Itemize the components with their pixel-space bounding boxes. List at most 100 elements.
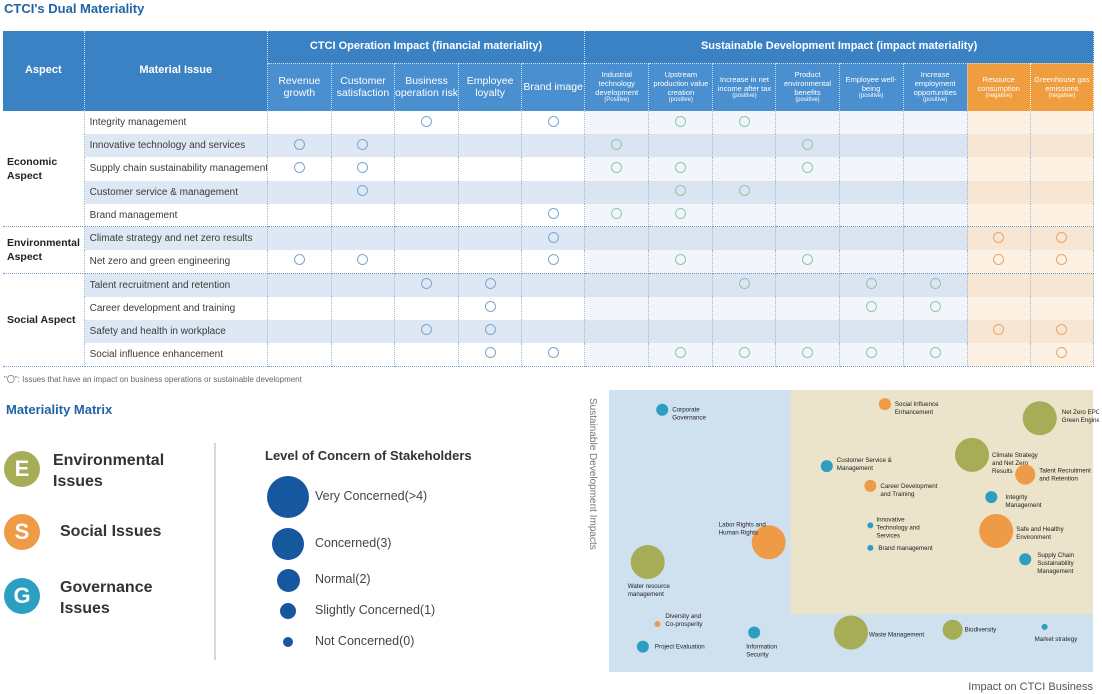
mark-cell [775, 180, 840, 204]
mark-cell [839, 134, 904, 158]
concern-level-label: Very Concerned(>4) [315, 489, 428, 503]
mark-cell [967, 319, 1031, 343]
mark-cell [394, 273, 460, 297]
mark-cell [775, 273, 840, 297]
mark-cell [521, 296, 586, 320]
impact-circle-icon [293, 161, 305, 173]
mark-cell [839, 250, 904, 274]
matrix-point-label: Waste Management [869, 632, 924, 639]
matrix-point [979, 514, 1014, 548]
impact-circle-icon [1056, 231, 1068, 243]
mark-cell [967, 226, 1031, 251]
mark-cell [267, 342, 332, 367]
impact-circle-icon [293, 138, 305, 150]
impact-circle-icon [929, 278, 941, 290]
mark-cell [394, 157, 460, 181]
impact-circle-icon [993, 254, 1005, 266]
mark-cell [712, 134, 777, 158]
concern-level-dot [267, 476, 309, 518]
mark-cell [458, 226, 523, 251]
impact-circle-icon [484, 301, 496, 313]
impact-column-tag: (negative) [985, 92, 1013, 99]
matrix-point [630, 545, 665, 580]
impact-circle-icon [801, 347, 813, 359]
mark-cell [584, 134, 650, 158]
matrix-point [942, 619, 963, 640]
impact-column-label: Employee well-being [845, 74, 897, 93]
impact-column-label: Product environmental benefits [783, 70, 832, 98]
mark-cell [267, 134, 332, 158]
impact-circle-icon [611, 161, 623, 173]
concern-level-label: Not Concerned(0) [315, 634, 415, 648]
mark-cell [967, 273, 1031, 297]
matrix-point [1022, 401, 1057, 436]
mark-cell [903, 273, 968, 297]
material-issue-cell: Safety and health in workplace [84, 319, 268, 343]
mark-cell [521, 203, 586, 228]
table-row: Economic Aspect Integrity management [3, 111, 1095, 228]
mark-cell [521, 319, 586, 343]
mark-cell [584, 250, 650, 274]
impact-column-label: Greenhouse gas emissions [1034, 74, 1090, 93]
matrix-point-label: Diversity and Co-prosperity [665, 613, 703, 628]
impact-group-header: Sustainable Development Impact (impact m… [584, 31, 1094, 63]
financial-column-header: Brand image [521, 62, 586, 111]
material-issue-cell: Innovative technology and services [84, 134, 268, 158]
mark-cell [839, 319, 904, 343]
table-row: Career development and training [3, 296, 1095, 320]
impact-column-tag: (positive) [732, 92, 757, 99]
mark-cell [1030, 296, 1095, 320]
mark-cell [331, 180, 395, 204]
mark-cell [839, 226, 904, 251]
impact-circle-icon [738, 278, 750, 290]
mark-cell [267, 296, 332, 320]
mark-cell [903, 134, 968, 158]
mark-cell [967, 342, 1031, 367]
mark-cell [712, 157, 777, 181]
mark-cell [331, 203, 395, 228]
impact-circle-icon [484, 347, 496, 359]
matrix-point [834, 615, 868, 650]
matrix-point [656, 403, 669, 416]
matrix-point [985, 491, 998, 504]
impact-circle-icon [993, 324, 1005, 336]
mark-cell [267, 319, 332, 343]
y-axis-label: Sustainable Development Impacts [587, 398, 598, 550]
mark-cell [1030, 157, 1095, 181]
impact-column-label: Increase in net income after tax [717, 74, 772, 93]
mark-cell [458, 296, 523, 320]
mark-cell [394, 342, 460, 367]
mark-cell [1030, 111, 1095, 135]
mark-cell [903, 157, 968, 181]
mark-cell [331, 296, 395, 320]
matrix-point [1019, 553, 1032, 566]
mark-cell [458, 157, 523, 181]
concern-level-label: Normal(2) [315, 572, 371, 586]
table-footnote: "〇": Issues that have an impact on busin… [4, 375, 302, 384]
mark-cell [967, 157, 1031, 181]
aspect-cell: Social Aspect [3, 273, 85, 367]
matrix-point-label: Supply Chain Sustainability Management [1037, 552, 1074, 575]
table-row: Customer service & management [3, 180, 1095, 204]
issue-header: Material Issue [84, 31, 268, 111]
table-row: Net zero and green engineering [3, 250, 1095, 274]
aspect-cell: Environmental Aspect [3, 226, 85, 274]
mark-cell [903, 111, 968, 135]
impact-circle-icon [801, 138, 813, 150]
matrix-point [654, 621, 661, 628]
impact-column-tag: (positive) [668, 97, 693, 104]
impact-circle-icon [421, 115, 433, 127]
category-s-badge: S [4, 514, 40, 550]
mark-cell [967, 250, 1031, 274]
mark-cell [967, 296, 1031, 320]
mark-cell [521, 134, 586, 158]
mark-cell [775, 319, 840, 343]
mark-cell [584, 226, 650, 251]
mark-cell [267, 273, 332, 297]
mark-cell [1030, 319, 1095, 343]
mark-cell [584, 180, 650, 204]
mark-cell [775, 203, 840, 228]
impact-circle-icon [611, 208, 623, 220]
matrix-point [867, 522, 874, 529]
mark-cell [267, 203, 332, 228]
